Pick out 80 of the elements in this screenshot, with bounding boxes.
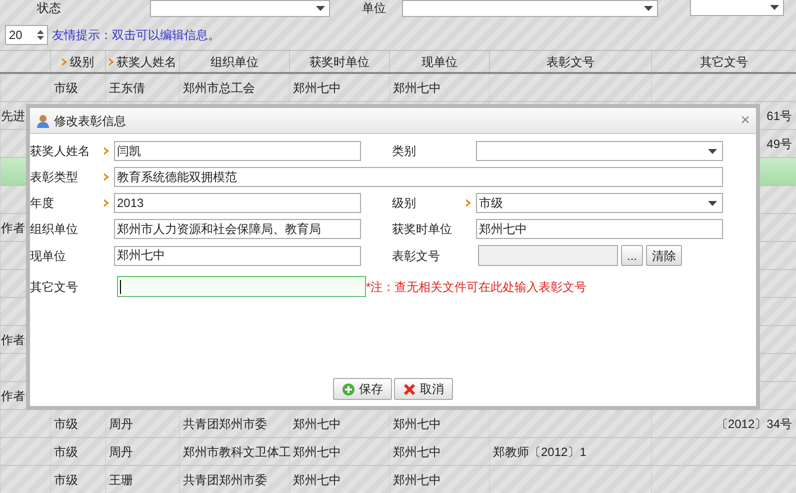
close-icon [403, 382, 416, 396]
field-label: 获奖人姓名 [30, 143, 91, 160]
filter-label: 单位 [362, 0, 387, 17]
table-cell-text: 郑州市教科文卫体工 [183, 444, 291, 460]
table-cell-text: 先进 [1, 108, 25, 124]
text-field[interactable]: 闫凯 [114, 141, 361, 161]
table-cell-text: 郑州七中 [393, 80, 441, 96]
column-header[interactable]: 获奖时单位 [289, 51, 389, 72]
field-label: 其它文号 [30, 278, 79, 296]
column-header[interactable]: 获奖人姓名 [105, 51, 179, 72]
table-cell-text: 作者 [1, 388, 25, 404]
field-label: 组织单位 [30, 221, 79, 238]
text-field[interactable]: 郑州七中 [114, 246, 361, 266]
table-cell-text: 作者 [1, 332, 25, 348]
field-label: 表彰类型 [30, 169, 79, 186]
table-row[interactable]: 市级 王东倩 郑州市总工会 郑州七中 郑州七中 [0, 74, 796, 102]
table-cell-text: 郑州七中 [393, 416, 441, 432]
table-row[interactable]: 市级 王珊 共青团郑州市委 郑州七中 郑州七中 [0, 466, 796, 493]
table-cell-text: 郑教师〔2012〕1 [493, 444, 586, 460]
table-cell-text: 郑州七中 [293, 416, 341, 432]
page-size-spinner[interactable]: 20 [5, 24, 48, 44]
plus-icon [342, 382, 355, 396]
caret-icon [316, 6, 325, 10]
clear-button[interactable]: 清除 [646, 245, 682, 266]
table-cell-text: 共青团郑州市委 [183, 416, 267, 432]
filter-select[interactable] [150, 0, 330, 16]
text-field[interactable]: 郑州七中 [476, 219, 723, 239]
dialog-title: 修改表彰信息 [54, 112, 127, 130]
lookup-field[interactable] [478, 245, 618, 266]
text-field[interactable]: 教育系统德能双拥模范 [114, 167, 723, 187]
caret-icon [708, 200, 717, 206]
field-label: 年度 [30, 195, 55, 212]
table-cell-text: 郑州七中 [293, 444, 341, 460]
table-cell-text: 作者 [1, 220, 25, 236]
column-header[interactable]: 级别 [50, 51, 105, 72]
field-label: 类别 [392, 143, 417, 160]
filter-label: 状态 [37, 0, 62, 17]
table-cell-text: 61号 [766, 108, 792, 124]
cancel-button[interactable]: 取消 [394, 378, 453, 400]
table-cell-text: 共青团郑州市委 [183, 472, 267, 488]
filter-select[interactable] [402, 0, 658, 16]
spinner-arrows-icon [37, 28, 44, 40]
table-cell-text: 周丹 [109, 416, 133, 432]
filter-select[interactable] [690, 0, 784, 16]
field-label: 获奖时单位 [392, 221, 453, 238]
caret-icon [770, 5, 779, 10]
column-header[interactable]: 其它文号 [651, 51, 796, 72]
user-icon [36, 114, 50, 128]
text-field[interactable]: 郑州市人力资源和社会保障局、教育局 [114, 219, 361, 239]
table-cell-text: 市级 [54, 472, 78, 488]
table-cell-text: 市级 [54, 416, 78, 432]
table-cell-text: 郑州七中 [293, 472, 341, 488]
table-cell-text: 市级 [54, 444, 78, 460]
field-label: 现单位 [30, 248, 67, 264]
select-field[interactable] [476, 141, 723, 161]
browse-button[interactable]: ... [621, 245, 644, 266]
table-cell-text: 市级 [54, 80, 78, 96]
table-cell-text: 郑州七中 [393, 444, 441, 460]
field-label: 表彰文号 [392, 248, 441, 264]
table-row[interactable]: 市级 周丹 郑州市教科文卫体工 郑州七中 郑州七中 郑教师〔2012〕1 [0, 438, 796, 466]
column-header[interactable]: 组织单位 [179, 51, 289, 72]
note-text: *注：查无相关文件可在此处输入表彰文号 [366, 278, 587, 296]
save-button[interactable]: 保存 [333, 378, 392, 400]
caret-icon [708, 148, 717, 154]
table-cell-text: 〔2012〕34号 [716, 416, 792, 432]
column-header[interactable]: 表彰文号 [489, 51, 651, 72]
text-field[interactable] [117, 276, 366, 297]
select-field[interactable]: 市级 [476, 193, 723, 213]
caret-icon [644, 6, 653, 10]
table-cell-text: 周丹 [109, 444, 133, 460]
text-field[interactable]: 2013 [114, 193, 361, 213]
table-cell-text: 王珊 [109, 472, 133, 488]
table-cell-text: 49号 [766, 136, 792, 152]
field-label: 级别 [392, 195, 417, 212]
table-cell-text: 郑州七中 [393, 472, 441, 488]
hint-text: 友情提示：双击可以编辑信息。 [52, 26, 220, 44]
column-header[interactable]: 现单位 [389, 51, 489, 72]
table-cell-text: 郑州七中 [293, 80, 341, 96]
table-cell-text: 郑州市总工会 [183, 80, 255, 96]
table-cell-text: 王东倩 [109, 80, 145, 96]
